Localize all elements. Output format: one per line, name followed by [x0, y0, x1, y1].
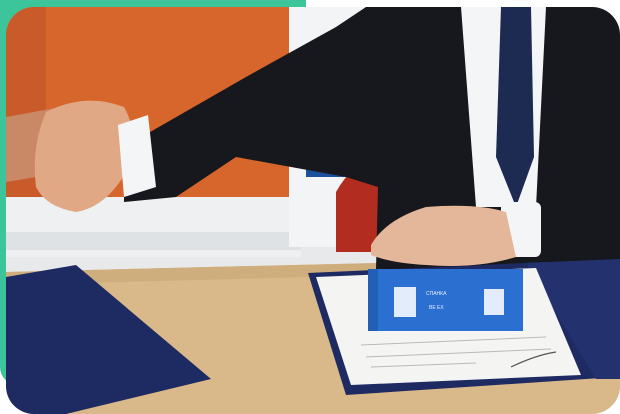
nameplate-title: СПАНКА [426, 291, 447, 297]
photo-frame: ВИ СПАНКА [6, 7, 620, 414]
nameplate-logo-left [394, 287, 416, 317]
nameplate-subtitle: ВЕ ЕХ [429, 305, 444, 311]
nameplate-logo-right [484, 289, 504, 315]
handshake-photo: ВИ СПАНКА [6, 7, 620, 414]
